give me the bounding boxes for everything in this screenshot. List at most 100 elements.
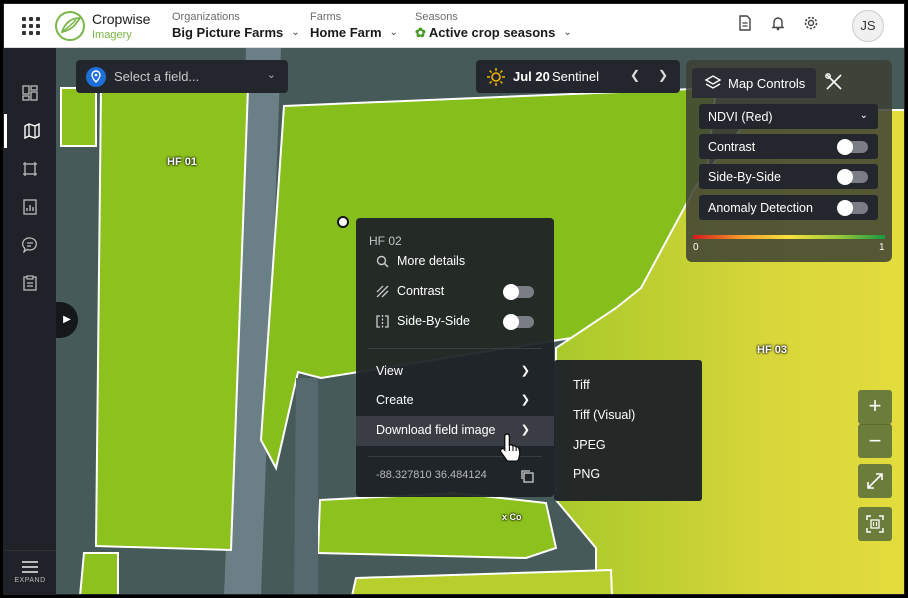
menu-divider bbox=[368, 348, 542, 349]
search-icon bbox=[376, 255, 390, 269]
organization-selector[interactable]: Organizations Big Picture Farms ⌄ bbox=[172, 11, 300, 42]
menu-item-create[interactable]: Create ❯ bbox=[356, 386, 554, 416]
bell-icon[interactable] bbox=[767, 15, 789, 37]
user-avatar[interactable]: JS bbox=[852, 10, 884, 42]
field-label-hf01[interactable]: HF 01 bbox=[167, 156, 197, 168]
gear-icon[interactable] bbox=[800, 15, 822, 37]
field-label-hf03[interactable]: HF 03 bbox=[757, 344, 787, 356]
context-menu-title: HF 02 bbox=[369, 234, 402, 248]
download-label: Download field image bbox=[376, 423, 496, 437]
side-by-side-toggle[interactable] bbox=[837, 169, 868, 185]
menu-item-view[interactable]: View ❯ bbox=[356, 357, 554, 387]
submenu-item-tiff-visual[interactable]: Tiff (Visual) bbox=[554, 400, 702, 430]
farm-selector[interactable]: Farms Home Farm ⌄ bbox=[310, 11, 398, 42]
map-icon bbox=[23, 123, 40, 139]
previous-date-icon[interactable]: ❮ bbox=[630, 68, 640, 82]
sidebar-item-dashboard[interactable] bbox=[4, 76, 56, 110]
sidebar-item-chat[interactable] bbox=[4, 228, 56, 262]
farm-value: Home Farm bbox=[310, 25, 382, 40]
chevron-right-icon: ❯ bbox=[520, 394, 530, 406]
hamburger-icon bbox=[22, 561, 38, 573]
context-side-by-side-toggle[interactable] bbox=[503, 314, 534, 330]
report-icon bbox=[23, 199, 37, 215]
zoom-out-button[interactable]: − bbox=[858, 424, 892, 458]
context-contrast-toggle[interactable] bbox=[503, 284, 534, 300]
side-by-side-label: Side-By-Side bbox=[708, 170, 781, 184]
season-selector[interactable]: Seasons ✿ Active crop seasons ⌄ bbox=[415, 11, 572, 42]
cropwise-logo-icon bbox=[55, 11, 85, 41]
sidebar-item-clipboard[interactable] bbox=[4, 266, 56, 300]
app-window: HF 01 HF 03 x Co Cropwise Imagery Organi… bbox=[3, 3, 905, 595]
apps-grid-icon[interactable] bbox=[22, 17, 40, 35]
layer-value: NDVI (Red) bbox=[708, 110, 773, 124]
contrast-label: Contrast bbox=[708, 140, 756, 154]
farm-label: Farms bbox=[310, 11, 342, 23]
chevron-down-icon: ⌄ bbox=[291, 27, 300, 38]
tiff-label: Tiff bbox=[573, 378, 590, 392]
field-search-placeholder: Select a field... bbox=[114, 69, 200, 84]
sidebar-item-crop-field[interactable] bbox=[4, 152, 56, 186]
anomaly-detection-row: Anomaly Detection bbox=[699, 195, 878, 220]
layers-icon bbox=[704, 75, 722, 89]
fullscreen-button[interactable] bbox=[858, 464, 892, 498]
menu-item-contrast: Contrast bbox=[356, 277, 554, 307]
location-pin-icon bbox=[86, 67, 106, 87]
clipboard-icon bbox=[23, 275, 37, 291]
ndvi-color-scale bbox=[693, 235, 885, 239]
submenu-item-jpeg[interactable]: JPEG bbox=[554, 430, 702, 460]
copy-icon[interactable] bbox=[520, 469, 534, 483]
png-label: PNG bbox=[573, 467, 601, 481]
dashboard-icon bbox=[22, 85, 38, 101]
jpeg-label: JPEG bbox=[573, 438, 606, 452]
scale-min-label: 0 bbox=[693, 242, 699, 253]
scale-max-label: 1 bbox=[879, 242, 885, 253]
contrast-row: Contrast bbox=[699, 134, 878, 159]
brand-name: Cropwise bbox=[92, 11, 151, 27]
tab-map-controls[interactable]: Map Controls bbox=[692, 68, 816, 98]
field-search[interactable]: Select a field... ⌄ bbox=[76, 60, 288, 93]
anomaly-detection-label: Anomaly Detection bbox=[708, 201, 813, 215]
side-by-side-icon bbox=[376, 315, 390, 329]
next-date-icon[interactable]: ❯ bbox=[658, 68, 668, 82]
chevron-right-icon: ❯ bbox=[520, 365, 530, 377]
sun-icon bbox=[487, 68, 505, 86]
download-submenu: Tiff Tiff (Visual) JPEG PNG bbox=[554, 360, 702, 501]
imagery-source: Sentinel bbox=[552, 69, 599, 84]
chat-icon bbox=[22, 237, 37, 253]
sidebar-item-reports[interactable] bbox=[4, 190, 56, 224]
context-contrast-label: Contrast bbox=[397, 284, 445, 298]
side-by-side-row: Side-By-Side bbox=[699, 164, 878, 189]
organization-value: Big Picture Farms bbox=[172, 25, 284, 40]
sidebar-item-map[interactable] bbox=[4, 114, 56, 148]
menu-item-side-by-side: Side-By-Side bbox=[356, 307, 554, 337]
anomaly-detection-toggle[interactable] bbox=[837, 200, 868, 216]
top-header: Cropwise Imagery Organizations Big Pictu… bbox=[4, 4, 904, 48]
create-label: Create bbox=[376, 393, 414, 407]
tools-icon[interactable] bbox=[824, 72, 844, 92]
coordinates-text: -88.327810 36.484124 bbox=[376, 469, 487, 481]
map-pin-marker[interactable] bbox=[337, 216, 349, 228]
hand-pointer-icon bbox=[499, 433, 521, 462]
fit-to-field-icon bbox=[866, 515, 884, 533]
imagery-date-bar: Jul 20 Sentinel ❮ ❯ bbox=[476, 60, 680, 93]
zoom-in-button[interactable]: + bbox=[858, 390, 892, 424]
document-icon[interactable] bbox=[734, 15, 756, 37]
layer-dropdown[interactable]: NDVI (Red) ⌄ bbox=[699, 104, 878, 129]
imagery-date: Jul 20 bbox=[513, 69, 550, 84]
chevron-down-icon: ⌄ bbox=[389, 27, 398, 38]
expand-arrows-icon bbox=[867, 473, 883, 489]
submenu-item-png[interactable]: PNG bbox=[554, 459, 702, 489]
contrast-icon bbox=[376, 285, 390, 299]
crop-field-icon bbox=[23, 162, 37, 176]
sidebar-expand-button[interactable]: EXPAND bbox=[4, 550, 56, 594]
expand-label: EXPAND bbox=[14, 577, 46, 584]
submenu-item-tiff[interactable]: Tiff bbox=[554, 370, 702, 400]
menu-item-more-details[interactable]: More details bbox=[356, 247, 554, 277]
context-side-by-side-label: Side-By-Side bbox=[397, 314, 470, 328]
season-value: ✿ Active crop seasons bbox=[415, 25, 556, 40]
contrast-toggle[interactable] bbox=[837, 139, 868, 155]
left-sidebar: EXPAND bbox=[4, 48, 56, 594]
map-controls-panel: Map Controls NDVI (Red) ⌄ Contrast Side-… bbox=[686, 60, 892, 262]
tiff-visual-label: Tiff (Visual) bbox=[573, 408, 636, 422]
fit-field-button[interactable] bbox=[858, 507, 892, 541]
